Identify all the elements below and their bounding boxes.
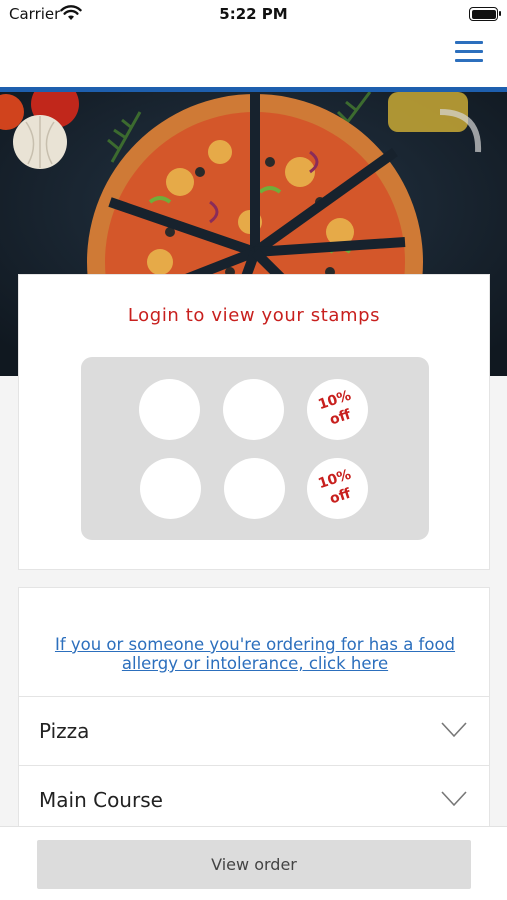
clock: 5:22 PM — [219, 5, 288, 23]
category-label: Pizza — [39, 719, 90, 743]
allergy-info-link[interactable]: If you or someone you're ordering for ha… — [39, 635, 471, 673]
stamp-card: Login to view your stamps 10% off 10% of… — [18, 274, 490, 570]
chevron-down-icon — [441, 791, 467, 807]
stamps-login-prompt[interactable]: Login to view your stamps — [19, 305, 489, 326]
chevron-down-icon — [441, 722, 467, 738]
battery-icon — [469, 7, 501, 21]
stamp-slot — [139, 379, 200, 440]
category-row-pizza[interactable]: Pizza — [18, 696, 490, 766]
stamp-slot — [223, 379, 284, 440]
view-order-button[interactable]: View order — [37, 840, 471, 889]
stamp-grid: 10% off 10% off — [81, 357, 429, 540]
category-label: Main Course — [39, 788, 163, 812]
stamp-slot — [140, 458, 201, 519]
stamp-reward-label — [141, 461, 199, 480]
stamp-reward-label — [224, 382, 282, 401]
hamburger-menu-icon[interactable] — [455, 40, 483, 65]
nav-bar — [0, 30, 507, 87]
footer-bar: View order — [0, 826, 507, 900]
stamp-reward-label: 10% off — [316, 466, 354, 508]
stamp-slot — [224, 458, 285, 519]
stamp-slot-reward: 10% off — [307, 379, 368, 440]
stamp-reward-label: 10% off — [316, 387, 354, 429]
allergy-info-card: If you or someone you're ordering for ha… — [18, 587, 490, 697]
category-row-main-course[interactable]: Main Course — [18, 765, 490, 835]
stamp-slot-reward: 10% off — [307, 458, 368, 519]
status-bar: Carrier 5:22 PM — [0, 0, 507, 30]
stamp-reward-label — [140, 382, 198, 401]
stamp-reward-label — [225, 461, 283, 480]
